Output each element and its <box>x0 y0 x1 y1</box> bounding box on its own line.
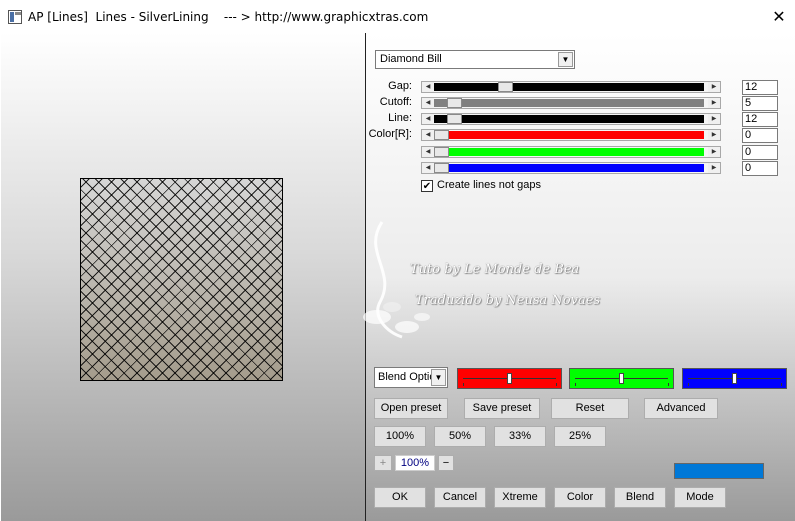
swatch-tick <box>575 383 576 386</box>
open-preset-button[interactable]: Open preset <box>374 398 448 419</box>
chevron-down-icon: ▼ <box>558 52 573 67</box>
accent-color-bar[interactable] <box>674 463 764 479</box>
slider-value-input[interactable]: 0 <box>742 161 778 176</box>
slider-thumb[interactable] <box>434 130 449 140</box>
slider-fill <box>434 148 704 156</box>
preset-select[interactable]: Diamond Bill ▼ <box>375 50 575 69</box>
swatch-knob[interactable] <box>732 373 737 384</box>
swatch-tick <box>463 383 464 386</box>
checkmark-icon: ✔ <box>422 181 432 192</box>
slider-thumb[interactable] <box>446 98 462 108</box>
zoom-in-button[interactable]: + <box>374 455 392 471</box>
slider-value-input[interactable]: 0 <box>742 145 778 160</box>
slider-track[interactable]: ◀ ▶ <box>421 113 721 125</box>
chevron-right-icon[interactable]: ▶ <box>708 98 720 108</box>
slider-label: Gap: <box>388 80 412 92</box>
slider-label: Color[R]: <box>368 128 412 140</box>
xtreme-button[interactable]: Xtreme <box>494 487 546 508</box>
swatch-knob[interactable] <box>619 373 624 384</box>
blend-button[interactable]: Blend <box>614 487 666 508</box>
slider-value-input[interactable]: 12 <box>742 80 778 95</box>
slider-fill <box>434 115 704 123</box>
zoom-100-button[interactable]: 100% <box>374 426 426 447</box>
slider-thumb[interactable] <box>434 147 449 157</box>
save-preset-button[interactable]: Save preset <box>464 398 540 419</box>
zoom-out-button[interactable]: − <box>438 455 454 471</box>
slider-label: Cutoff: <box>379 96 412 108</box>
swatch-tick <box>781 383 782 386</box>
color-swatch-slider[interactable] <box>569 368 674 389</box>
color-swatch-slider[interactable] <box>682 368 787 389</box>
reset-button[interactable]: Reset <box>551 398 629 419</box>
chevron-right-icon[interactable]: ▶ <box>708 114 720 124</box>
flower-watermark-icon <box>363 221 430 339</box>
chevron-left-icon[interactable]: ◀ <box>422 163 434 173</box>
slider-thumb[interactable] <box>446 114 462 124</box>
title-bar: AP [Lines] Lines - SilverLining --- > ht… <box>0 0 795 33</box>
mode-button[interactable]: Mode <box>674 487 726 508</box>
close-icon[interactable]: ✕ <box>764 3 794 31</box>
slider-fill <box>434 99 704 107</box>
zoom-50-button[interactable]: 50% <box>434 426 486 447</box>
slider-fill <box>434 164 704 172</box>
slider-thumb[interactable] <box>497 82 513 92</box>
ok-button[interactable]: OK <box>374 487 426 508</box>
slider-track[interactable]: ◀ ▶ <box>421 81 721 93</box>
chevron-left-icon[interactable]: ◀ <box>422 147 434 157</box>
zoom-level: 100% <box>395 455 435 471</box>
color-button[interactable]: Color <box>554 487 606 508</box>
swatch-tick <box>668 383 669 386</box>
swatch-tick <box>556 383 557 386</box>
chevron-right-icon[interactable]: ▶ <box>708 130 720 140</box>
slider-fill <box>434 131 704 139</box>
swatch-knob[interactable] <box>507 373 512 384</box>
preview-image <box>80 178 283 381</box>
slider-value-input[interactable]: 5 <box>742 96 778 111</box>
advanced-button[interactable]: Advanced <box>644 398 718 419</box>
chevron-right-icon[interactable]: ▶ <box>708 163 720 173</box>
chevron-left-icon[interactable]: ◀ <box>422 82 434 92</box>
slider-value-input[interactable]: 12 <box>742 112 778 127</box>
slider-track[interactable]: ◀ ▶ <box>421 146 721 158</box>
cancel-button[interactable]: Cancel <box>434 487 486 508</box>
blend-options-value: Blend Optio <box>378 371 436 383</box>
slider-track[interactable]: ◀ ▶ <box>421 97 721 109</box>
slider-track[interactable]: ◀ ▶ <box>421 129 721 141</box>
color-swatch-slider[interactable] <box>457 368 562 389</box>
chevron-down-icon: ▼ <box>431 369 446 386</box>
slider-fill <box>434 83 704 91</box>
swatch-tick <box>688 383 689 386</box>
preset-select-value: Diamond Bill <box>380 53 442 65</box>
slider-track[interactable]: ◀ ▶ <box>421 162 721 174</box>
slider-value-input[interactable]: 0 <box>742 128 778 143</box>
window-title: AP [Lines] Lines - SilverLining --- > ht… <box>28 10 429 24</box>
chevron-left-icon[interactable]: ◀ <box>422 98 434 108</box>
app-icon <box>8 10 22 24</box>
chevron-left-icon[interactable]: ◀ <box>422 130 434 140</box>
zoom-33-button[interactable]: 33% <box>494 426 546 447</box>
slider-thumb[interactable] <box>434 163 449 173</box>
chevron-right-icon[interactable]: ▶ <box>708 147 720 157</box>
slider-label: Line: <box>388 112 412 124</box>
chevron-left-icon[interactable]: ◀ <box>422 114 434 124</box>
preview-pane <box>1 33 365 521</box>
create-lines-label: Create lines not gaps <box>437 179 541 191</box>
zoom-25-button[interactable]: 25% <box>554 426 606 447</box>
chevron-right-icon[interactable]: ▶ <box>708 82 720 92</box>
blend-options-select[interactable]: Blend Optio ▼ <box>374 367 448 388</box>
create-lines-checkbox[interactable]: ✔ <box>421 180 433 192</box>
